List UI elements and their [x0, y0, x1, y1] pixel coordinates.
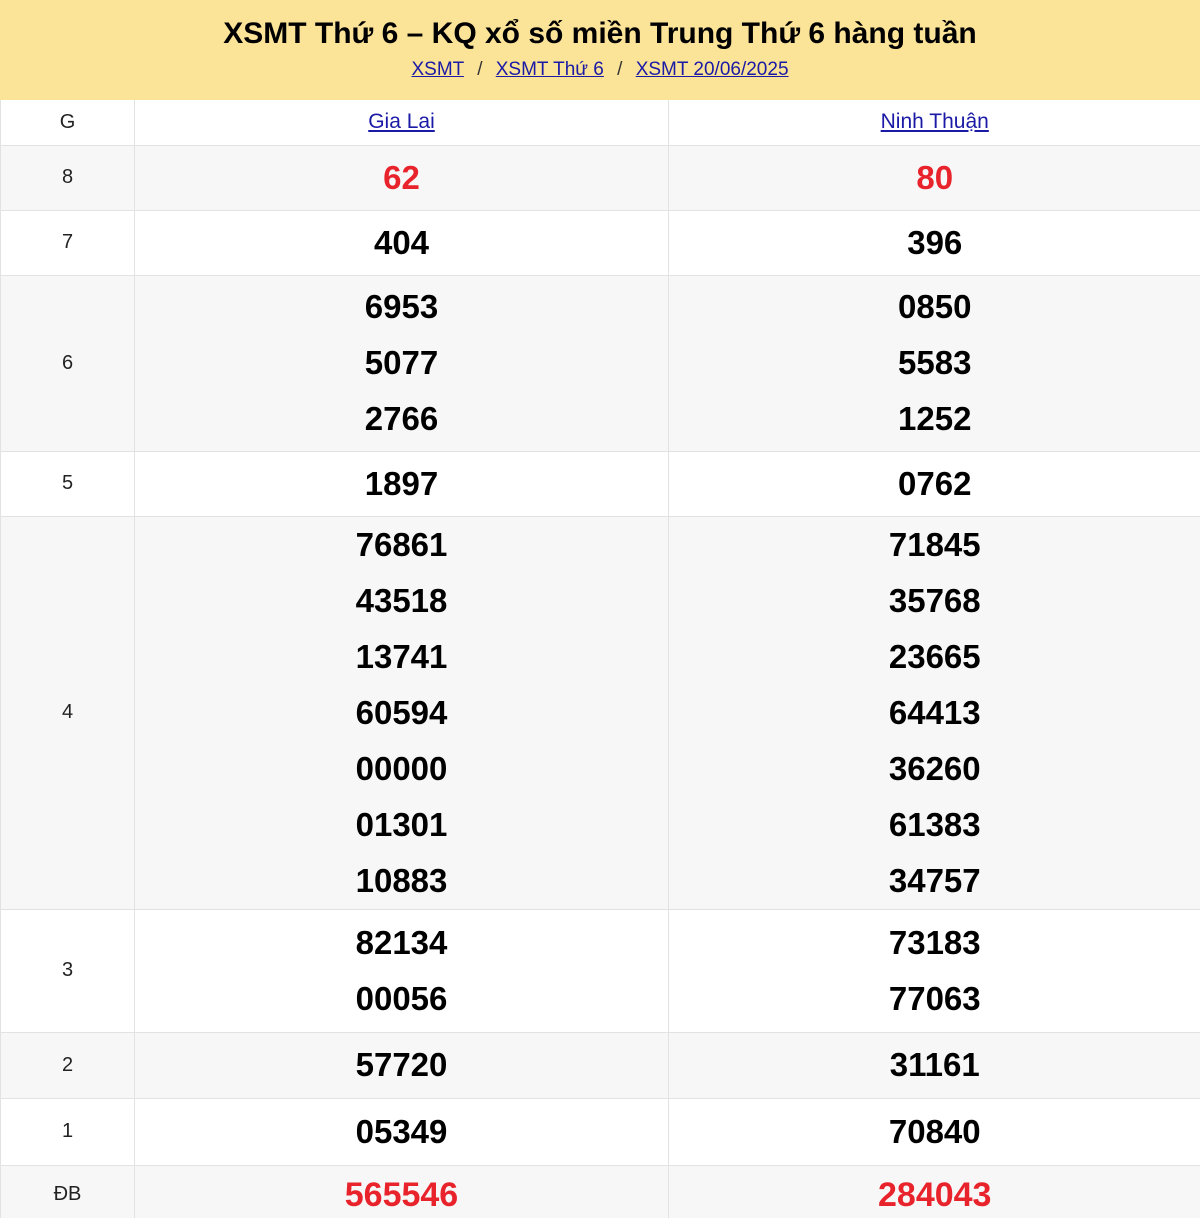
- result-cell-gia-lai: 6953 5077 2766: [134, 275, 669, 452]
- result-cell-gia-lai: 62: [134, 145, 669, 211]
- result-number: 01301: [355, 805, 448, 843]
- result-number: 82134: [355, 923, 448, 961]
- prize-row: 7 404 396: [0, 210, 1200, 276]
- prize-label: 7: [0, 210, 135, 276]
- prize-label: 8: [0, 145, 135, 211]
- result-number: 1897: [364, 464, 439, 502]
- result-cell-gia-lai: 565546: [134, 1165, 669, 1218]
- result-number: 23665: [888, 637, 981, 675]
- result-cell-ninh-thuan: 71845 35768 23665 64413 36260 61383 34757: [668, 516, 1200, 910]
- table-header-row: G Gia Lai Ninh Thuận: [0, 100, 1200, 146]
- prize-row: 8 62 80: [0, 145, 1200, 211]
- result-number: 43518: [355, 581, 448, 619]
- result-number: 0850: [898, 288, 972, 325]
- prize-row: 3 82134 00056 73183 77063: [0, 909, 1200, 1033]
- result-cell-ninh-thuan: 284043: [668, 1165, 1200, 1218]
- province-link-ninh-thuan[interactable]: Ninh Thuận: [881, 110, 989, 133]
- result-cell-gia-lai: 82134 00056: [134, 909, 669, 1033]
- prize-row: ĐB 565546 284043: [0, 1165, 1200, 1218]
- result-number: 10883: [355, 861, 448, 899]
- result-number: 5077: [364, 344, 439, 381]
- result-number: 396: [907, 223, 963, 261]
- prize-row: 2 57720 31161: [0, 1032, 1200, 1099]
- province-header-gia-lai: Gia Lai: [134, 100, 669, 146]
- result-cell-ninh-thuan: 80: [668, 145, 1200, 211]
- result-number: 64413: [888, 693, 981, 731]
- result-number: 62: [383, 158, 420, 196]
- result-number: 6953: [364, 288, 439, 325]
- result-number: 05349: [355, 1112, 448, 1150]
- result-number: 77063: [888, 979, 981, 1017]
- result-number: 565546: [344, 1175, 459, 1214]
- prize-label: 1: [0, 1098, 135, 1166]
- result-cell-ninh-thuan: 31161: [668, 1032, 1200, 1099]
- prize-label: ĐB: [0, 1165, 135, 1218]
- prize-label: 3: [0, 909, 135, 1033]
- prize-row: 5 1897 0762: [0, 451, 1200, 517]
- result-number: 31161: [889, 1046, 980, 1083]
- result-cell-gia-lai: 57720: [134, 1032, 669, 1099]
- breadcrumb-separator: /: [617, 59, 623, 80]
- result-cell-gia-lai: 404: [134, 210, 669, 276]
- result-number: 80: [916, 158, 954, 196]
- result-number: 00056: [355, 979, 448, 1017]
- result-cell-gia-lai: 76861 43518 13741 60594 00000 01301 10883: [134, 516, 669, 910]
- breadcrumb-link-xsmt-date[interactable]: XSMT 20/06/2025: [636, 59, 789, 80]
- result-number: 13741: [355, 637, 448, 675]
- province-link-gia-lai[interactable]: Gia Lai: [368, 110, 435, 133]
- page-header: XSMT Thứ 6 – KQ xổ số miền Trung Thứ 6 h…: [0, 0, 1200, 100]
- result-cell-gia-lai: 1897: [134, 451, 669, 517]
- prize-label: 5: [0, 451, 135, 517]
- result-cell-gia-lai: 05349: [134, 1098, 669, 1166]
- breadcrumb: XSMT / XSMT Thứ 6 / XSMT 20/06/2025: [411, 58, 788, 82]
- prize-row: 6 6953 5077 2766 0850 5583 1252: [0, 275, 1200, 452]
- result-number: 404: [373, 223, 430, 261]
- result-number: 71845: [888, 525, 981, 563]
- result-number: 70840: [888, 1112, 981, 1150]
- result-number: 284043: [878, 1175, 992, 1214]
- result-number: 61383: [888, 805, 981, 843]
- prize-row: 4 76861 43518 13741 60594 00000 01301 10883 7184…: [0, 516, 1200, 910]
- breadcrumb-link-xsmt-thu-6[interactable]: XSMT Thứ 6: [496, 59, 604, 80]
- breadcrumb-link-xsmt[interactable]: XSMT: [411, 59, 463, 80]
- results-table: G Gia Lai Ninh Thuận 8 62 80 7 404 396 6 6953 50…: [0, 100, 1200, 1218]
- result-number: 35768: [888, 581, 981, 619]
- prize-label: 6: [0, 275, 135, 452]
- result-cell-ninh-thuan: 70840: [668, 1098, 1200, 1166]
- page-title: XSMT Thứ 6 – KQ xổ số miền Trung Thứ 6 h…: [223, 17, 977, 50]
- prize-column-header: G: [0, 100, 135, 146]
- result-number: 76861: [355, 525, 448, 563]
- result-cell-ninh-thuan: 396: [668, 210, 1200, 276]
- result-number: 36260: [888, 749, 981, 787]
- result-number: 60594: [355, 693, 448, 731]
- province-header-ninh-thuan: Ninh Thuận: [668, 100, 1200, 146]
- result-number: 1252: [898, 400, 972, 437]
- result-number: 34757: [888, 861, 981, 899]
- result-number: 5583: [898, 344, 972, 381]
- prize-label: 4: [0, 516, 135, 910]
- result-number: 73183: [888, 923, 981, 961]
- result-cell-ninh-thuan: 0762: [668, 451, 1200, 517]
- result-number: 57720: [355, 1046, 448, 1083]
- breadcrumb-separator: /: [477, 59, 483, 80]
- prize-row: 1 05349 70840: [0, 1098, 1200, 1166]
- result-cell-ninh-thuan: 73183 77063: [668, 909, 1200, 1033]
- result-number: 2766: [364, 400, 439, 437]
- prize-label: 2: [0, 1032, 135, 1099]
- result-number: 0762: [898, 464, 972, 502]
- result-cell-ninh-thuan: 0850 5583 1252: [668, 275, 1200, 452]
- result-number: 00000: [355, 749, 448, 787]
